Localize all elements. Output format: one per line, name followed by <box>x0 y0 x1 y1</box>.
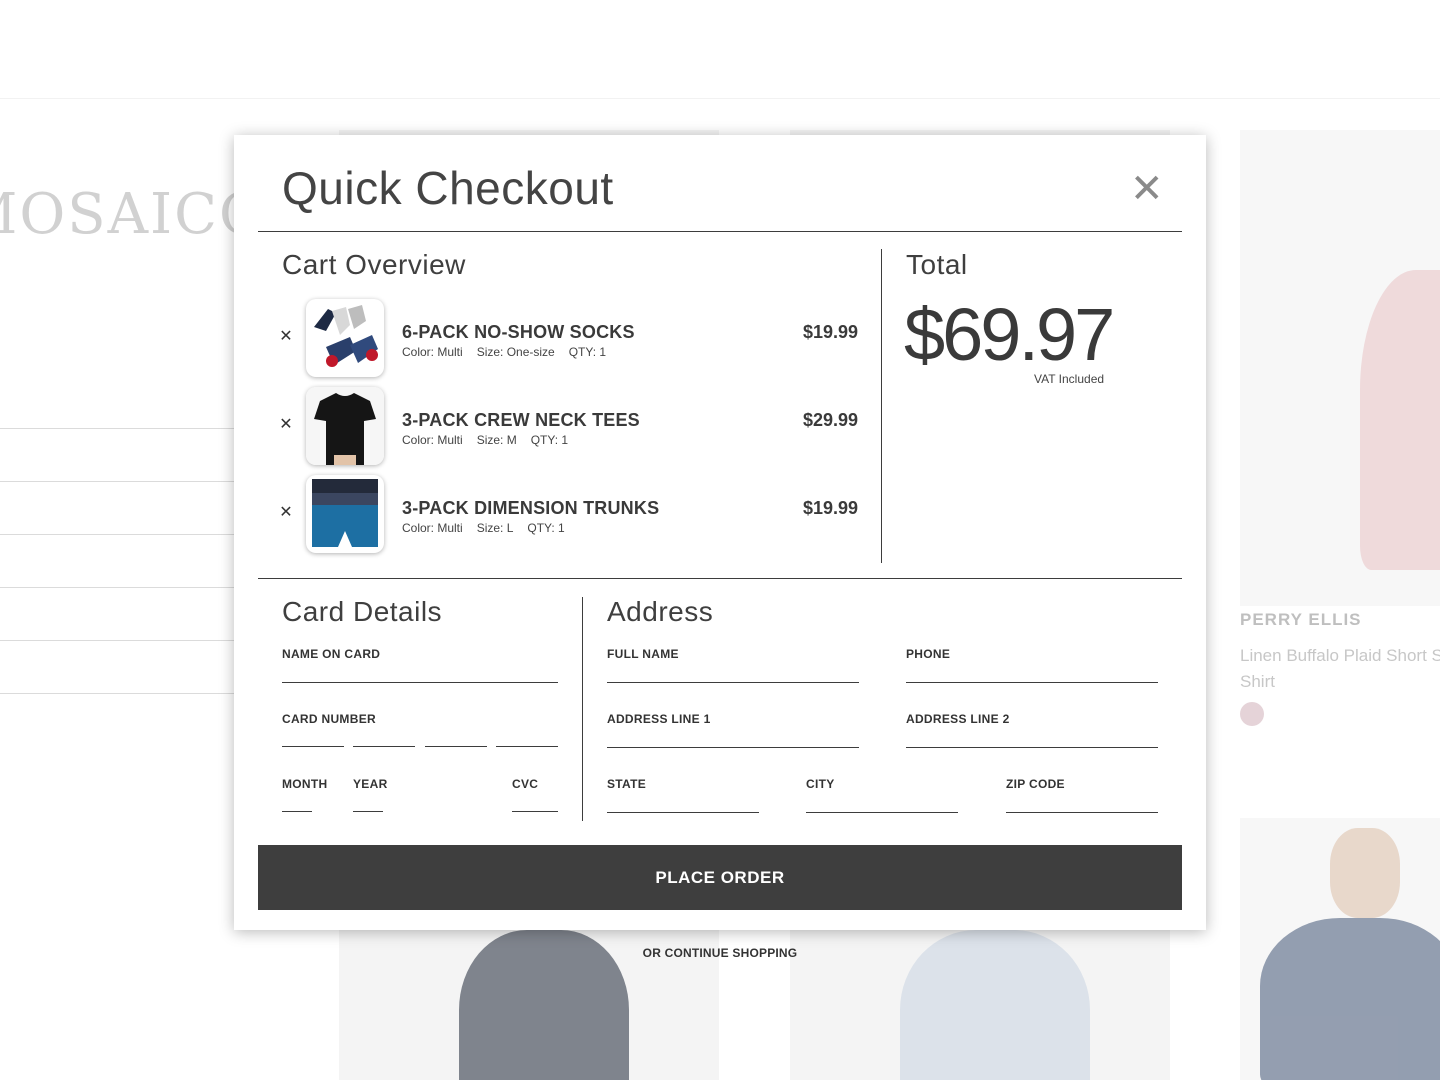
total-title: Total <box>906 249 968 280</box>
full-name-label: FULL NAME <box>607 647 679 661</box>
item-size: Size: One-size <box>476 345 555 359</box>
phone-field[interactable] <box>906 682 1158 683</box>
state-field[interactable] <box>607 812 759 813</box>
cvc-field[interactable] <box>512 811 558 813</box>
card-number-field[interactable] <box>282 746 344 748</box>
item-qty: QTY: 1 <box>568 345 607 359</box>
item-color: Color: Multi <box>402 433 463 447</box>
address-line-2-field[interactable] <box>906 747 1158 748</box>
address-line-1-field[interactable] <box>607 747 859 748</box>
trunks-image <box>306 475 384 553</box>
cart-item: ✕ 6-PACK NO-SHOW SOCKS Color: Multi Size:… <box>274 299 858 379</box>
item-price: $29.99 <box>802 410 858 430</box>
month-label: MONTH <box>282 777 328 791</box>
address-title: Address <box>607 596 714 627</box>
card-number-field[interactable] <box>353 746 415 748</box>
cart-overview-title: Cart Overview <box>282 249 466 280</box>
item-qty: QTY: 1 <box>527 521 565 535</box>
card-details-title: Card Details <box>282 596 443 627</box>
item-price: $19.99 <box>802 322 858 342</box>
name-on-card-label: NAME ON CARD <box>282 647 381 661</box>
item-qty: QTY: 1 <box>530 433 569 447</box>
full-name-field[interactable] <box>607 682 859 683</box>
item-name: 6-PACK NO-SHOW SOCKS <box>402 322 635 342</box>
item-color: Color: Multi <box>402 521 463 535</box>
card-number-field[interactable] <box>496 746 558 748</box>
tee-image <box>306 387 384 465</box>
divider <box>258 578 1182 579</box>
item-meta: Color: Multi Size: One-size QTY: 1 <box>402 345 620 359</box>
item-meta: Color: Multi Size: M QTY: 1 <box>402 433 582 447</box>
cvc-label: CVC <box>512 777 539 791</box>
city-label: CITY <box>806 777 835 791</box>
cart-item: ✕ 3-PACK DIMENSION TRUNKS Color: Multi Si… <box>274 475 858 555</box>
card-number-label: CARD NUMBER <box>282 712 376 726</box>
remove-item-icon[interactable]: ✕ <box>274 325 298 349</box>
card-number-field[interactable] <box>425 746 487 748</box>
close-icon[interactable]: ✕ <box>1130 169 1164 209</box>
modal-title: Quick Checkout <box>282 162 614 214</box>
zip-code-label: ZIP CODE <box>1006 777 1065 791</box>
year-label: YEAR <box>353 777 388 791</box>
item-name: 3-PACK DIMENSION TRUNKS <box>402 498 660 518</box>
item-meta: Color: Multi Size: L QTY: 1 <box>402 521 579 535</box>
item-size: Size: M <box>476 433 517 447</box>
socks-image <box>306 299 384 377</box>
total-amount: $69.97 <box>904 293 1115 376</box>
remove-item-icon[interactable]: ✕ <box>274 413 298 437</box>
place-order-button[interactable]: PLACE ORDER <box>258 845 1182 910</box>
phone-label: PHONE <box>906 647 951 661</box>
continue-shopping-link[interactable]: OR CONTINUE SHOPPING <box>0 946 1440 960</box>
item-price: $19.99 <box>802 498 858 518</box>
item-size: Size: L <box>476 521 514 535</box>
city-field[interactable] <box>806 812 958 813</box>
address-line-1-label: ADDRESS LINE 1 <box>607 712 711 726</box>
remove-item-icon[interactable]: ✕ <box>274 501 298 525</box>
vat-note: VAT Included <box>1034 372 1105 386</box>
divider <box>582 597 583 821</box>
quick-checkout-modal: Quick Checkout ✕ Cart Overview ✕ 6-PACK … <box>234 135 1206 930</box>
name-on-card-field[interactable] <box>282 682 558 683</box>
month-field[interactable] <box>282 811 312 813</box>
item-name: 3-PACK CREW NECK TEES <box>402 410 640 430</box>
item-color: Color: Multi <box>402 345 463 359</box>
zip-code-field[interactable] <box>1006 812 1158 813</box>
cart-item: ✕ 3-PACK CREW NECK TEES Color: Multi Size… <box>274 387 858 467</box>
address-line-2-label: ADDRESS LINE 2 <box>906 712 1010 726</box>
divider <box>258 231 1182 232</box>
year-field[interactable] <box>353 811 383 813</box>
divider <box>881 249 882 563</box>
state-label: STATE <box>607 777 647 791</box>
